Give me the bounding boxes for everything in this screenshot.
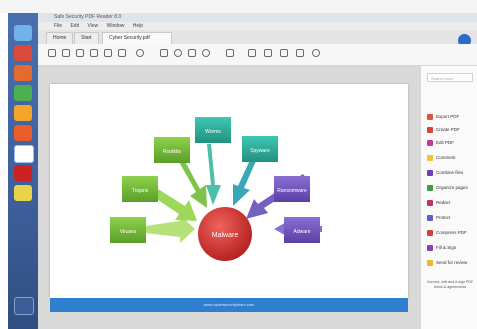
zoom-out-icon[interactable] xyxy=(104,49,112,57)
taskbar xyxy=(8,13,38,329)
comment-icon xyxy=(427,154,433,161)
tool-compress[interactable]: Compress PDF xyxy=(427,228,467,238)
tab-home[interactable]: Home xyxy=(46,32,74,44)
fit-page-icon[interactable] xyxy=(202,49,210,57)
protect-icon xyxy=(427,214,433,221)
menu-file[interactable]: File xyxy=(54,23,62,29)
redact-icon xyxy=(427,199,433,206)
acrobat-icon[interactable] xyxy=(14,165,32,181)
pen-icon[interactable] xyxy=(280,49,288,57)
window-frame xyxy=(0,0,477,13)
diagram-node-label: Viruses xyxy=(120,229,137,235)
pdf-page[interactable]: Malware Viruses Trojans Rootkits Worms S… xyxy=(50,84,408,298)
pdf-reader-window: Safe Security PDF Reader 8.0 File Edit V… xyxy=(38,13,477,329)
review-icon xyxy=(427,259,433,266)
menu-window[interactable]: Window xyxy=(107,23,125,29)
firefox-icon[interactable] xyxy=(14,105,32,121)
comment-icon[interactable] xyxy=(248,49,256,57)
sign-icon[interactable] xyxy=(296,49,304,57)
combine-icon xyxy=(427,169,433,176)
page-footer-bar: www.cybersecurityteam.com xyxy=(50,298,408,312)
diagram-node-label: Ransomware xyxy=(277,188,307,194)
clock-icon xyxy=(14,297,34,315)
home-icon[interactable] xyxy=(48,49,56,57)
tools-side-panel: Search tools Export PDF Create PDF Edit … xyxy=(420,66,477,329)
document-viewport[interactable]: Malware Viruses Trojans Rootkits Worms S… xyxy=(38,66,420,329)
diagram-node-label: Worms xyxy=(205,129,221,135)
menu-bar: File Edit View Window Help xyxy=(38,22,477,30)
tool-export-pdf[interactable]: Export PDF xyxy=(427,112,459,122)
diagram-node-label: Trojans xyxy=(132,188,149,194)
tab-bar: Home Start Cyber Security.pdf xyxy=(38,30,477,47)
cursor-icon[interactable] xyxy=(160,49,168,57)
page-nav-icon[interactable] xyxy=(136,49,144,57)
tool-combine[interactable]: Combine files xyxy=(427,168,463,178)
create-icon xyxy=(427,126,433,133)
tab-document[interactable]: Cyber Security.pdf xyxy=(102,32,172,44)
search-icon[interactable] xyxy=(90,49,98,57)
organize-icon xyxy=(427,184,433,191)
window-title: Safe Security PDF Reader 8.0 xyxy=(38,13,477,22)
tool-edit-pdf[interactable]: Edit PDF xyxy=(427,138,454,148)
menu-view[interactable]: View xyxy=(87,23,98,29)
start-icon[interactable] xyxy=(14,25,32,41)
rotate-icon[interactable] xyxy=(188,49,196,57)
malware-diagram: Malware Viruses Trojans Rootkits Worms S… xyxy=(110,117,322,261)
zoom-in-icon[interactable] xyxy=(118,49,126,57)
side-panel-promo: Convert, edit and e-sign PDF forms & agr… xyxy=(426,280,474,289)
folder-icon[interactable] xyxy=(14,185,32,201)
tool-organize[interactable]: Organize pages xyxy=(427,183,468,193)
tool-create-pdf[interactable]: Create PDF xyxy=(427,125,460,135)
media-icon[interactable] xyxy=(14,125,32,141)
tab-start[interactable]: Start xyxy=(74,32,99,44)
tool-comment[interactable]: Comment xyxy=(427,153,456,163)
diagram-center-label: Malware xyxy=(212,232,239,239)
browser-icon[interactable] xyxy=(14,45,32,61)
tools-search-input[interactable]: Search tools xyxy=(427,73,473,82)
chrome-icon[interactable] xyxy=(14,85,32,101)
tool-protect[interactable]: Protect xyxy=(427,213,450,223)
tool-fill-sign[interactable]: Fill & Sign xyxy=(427,243,456,253)
undo-icon[interactable] xyxy=(312,49,320,57)
compress-icon xyxy=(427,229,433,236)
menu-edit[interactable]: Edit xyxy=(70,23,79,29)
hand-icon[interactable] xyxy=(174,49,182,57)
edit-icon xyxy=(427,139,433,146)
print-icon[interactable] xyxy=(76,49,84,57)
toolbar xyxy=(38,44,477,66)
tool-redact[interactable]: Redact xyxy=(427,198,450,208)
tool-send-review[interactable]: Send for review xyxy=(427,258,467,268)
diagram-node-label: Spyware xyxy=(250,148,270,154)
app-icon[interactable] xyxy=(14,65,32,81)
sign-icon xyxy=(427,244,433,251)
export-icon xyxy=(427,113,433,120)
highlight-icon[interactable] xyxy=(264,49,272,57)
zoom-level-icon[interactable] xyxy=(226,49,234,57)
diagram-node-label: Rootkits xyxy=(163,149,182,155)
pdf-reader-icon[interactable] xyxy=(14,145,34,163)
menu-help[interactable]: Help xyxy=(133,23,143,29)
diagram-node-label: Adware xyxy=(294,229,311,235)
save-icon[interactable] xyxy=(62,49,70,57)
